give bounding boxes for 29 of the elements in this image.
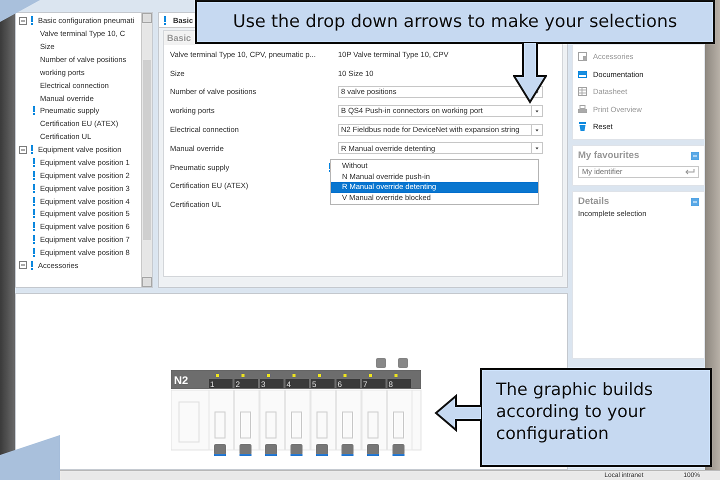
collapse-icon[interactable] [19, 146, 27, 154]
valve-number: 2 [236, 380, 240, 389]
alert-icon [163, 16, 167, 24]
printer-icon [578, 104, 587, 114]
box-icon [578, 52, 587, 62]
bin-icon [578, 122, 587, 132]
valve-number: 8 [388, 380, 393, 389]
valve-number: 3 [261, 380, 266, 389]
collapse-icon[interactable] [19, 16, 27, 25]
callout: Use the drop down arrows to make your selections [195, 0, 715, 44]
node-label: N2 [174, 375, 188, 387]
corner-decoration [0, 0, 40, 22]
down-arrow [513, 42, 547, 104]
table-icon [578, 87, 587, 96]
valve-number: 1 [210, 380, 214, 389]
pdf-icon [578, 70, 587, 79]
panel-title: Details [578, 196, 610, 207]
valve-number: 5 [312, 380, 316, 389]
enter-icon [685, 168, 695, 174]
scrollbar[interactable] [141, 13, 152, 287]
corner-decoration [0, 435, 60, 480]
valve-number: 7 [363, 380, 368, 389]
left-arrow [434, 394, 482, 432]
valve-number: 6 [338, 380, 342, 389]
section-title: Basic [167, 32, 192, 45]
collapse-icon[interactable] [19, 261, 27, 270]
panel-title: My favourites [578, 150, 640, 161]
callout: The graphic builds according to your configuration [480, 368, 712, 467]
valve-number: 4 [286, 380, 291, 389]
